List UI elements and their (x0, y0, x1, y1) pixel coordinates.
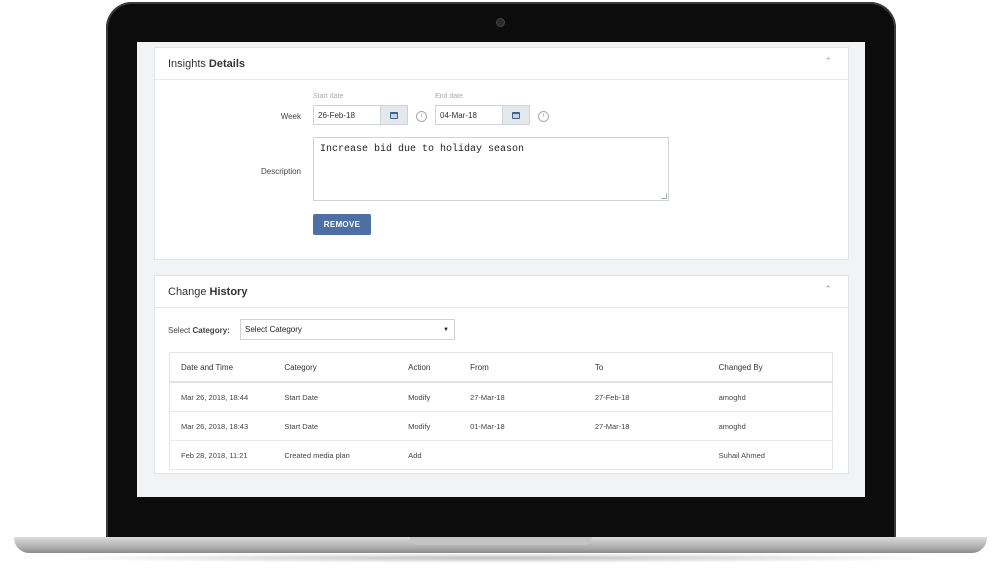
insights-details-panel: Insights Details ⌃ Week Start date 26-Fe… (154, 47, 849, 260)
chevron-up-icon[interactable]: ⌃ (824, 56, 832, 67)
table-cell: amoghd (707, 382, 833, 412)
description-text: Increase bid due to holiday season (320, 144, 525, 155)
column-header[interactable]: To (583, 352, 708, 383)
start-date-input[interactable]: 26-Feb-18 (313, 105, 381, 125)
table-cell: Modify (397, 382, 460, 412)
table-row: Mar 26, 2018, 18:43 Start Date Modify 01… (169, 411, 833, 441)
select-category-prefix: Select (168, 326, 191, 335)
table-cell: Created media plan (273, 440, 398, 470)
laptop-notch (410, 537, 592, 545)
table-cell: 01-Mar-18 (459, 411, 584, 441)
calendar-icon (390, 111, 398, 119)
week-label: Week (280, 112, 301, 121)
insights-details-header[interactable]: Insights Details ⌃ (155, 48, 848, 80)
table-row: Feb 28, 2018, 11:21 Created media plan A… (169, 440, 833, 470)
table-cell: amoghd (707, 411, 833, 441)
resize-handle-icon[interactable] (661, 193, 667, 199)
description-label: Description (260, 167, 301, 176)
change-history-panel: Change History ⌃ Select Category: Select… (154, 275, 849, 474)
calendar-icon (512, 111, 520, 119)
table-cell: Suhail Ahmed (707, 440, 833, 470)
table-cell: 27-Mar-18 (459, 382, 584, 412)
table-cell: Add (397, 440, 460, 470)
column-header[interactable]: Category (273, 352, 398, 383)
table-cell: Mar 26, 2018, 18:44 (169, 382, 274, 412)
table-cell (583, 440, 708, 470)
end-date-input[interactable]: 04-Mar-18 (435, 105, 503, 125)
table-cell: Start Date (273, 382, 398, 412)
start-date-caption: Start date (313, 93, 344, 100)
category-select[interactable]: Select Category ▼ (240, 319, 455, 340)
history-title-prefix: Change (168, 285, 207, 298)
end-date-calendar-button[interactable] (502, 105, 530, 125)
screen: Insights Details ⌃ Week Start date 26-Fe… (137, 42, 865, 497)
table-cell: 27-Mar-18 (583, 411, 708, 441)
caret-down-icon: ▼ (443, 327, 449, 333)
camera-icon (497, 19, 504, 26)
column-header[interactable]: From (459, 352, 584, 383)
end-date-caption: End date (435, 93, 464, 100)
column-header[interactable]: Changed By (707, 352, 833, 383)
change-history-header[interactable]: Change History ⌃ (155, 276, 848, 308)
table-row: Mar 26, 2018, 18:44 Start Date Modify 27… (169, 382, 833, 412)
select-category-bold: Category: (192, 326, 230, 335)
laptop-shadow (40, 553, 960, 563)
column-header[interactable]: Action (397, 352, 460, 383)
chevron-up-icon[interactable]: ⌃ (824, 284, 832, 295)
insights-title-prefix: Insights (168, 57, 206, 70)
table-cell: 27-Feb-18 (583, 382, 708, 412)
table-cell: Mar 26, 2018, 18:43 (169, 411, 274, 441)
select-category-label: Select Category: (168, 326, 230, 335)
history-table: Date and Time Category Action From To Ch… (169, 352, 833, 470)
remove-button[interactable]: REMOVE (313, 214, 371, 235)
description-textarea[interactable]: Increase bid due to holiday season (313, 137, 669, 201)
table-cell: Modify (397, 411, 460, 441)
table-cell: Start Date (273, 411, 398, 441)
table-header-row: Date and Time Category Action From To Ch… (169, 352, 833, 383)
insights-title-bold: Details (208, 57, 245, 70)
info-icon[interactable]: i (416, 111, 427, 122)
info-icon[interactable]: i (538, 111, 549, 122)
column-header[interactable]: Date and Time (169, 352, 274, 383)
category-select-value: Select Category (245, 325, 302, 334)
start-date-calendar-button[interactable] (380, 105, 408, 125)
table-cell (459, 440, 584, 470)
history-title-bold: History (209, 285, 248, 298)
table-cell: Feb 28, 2018, 11:21 (169, 440, 274, 470)
